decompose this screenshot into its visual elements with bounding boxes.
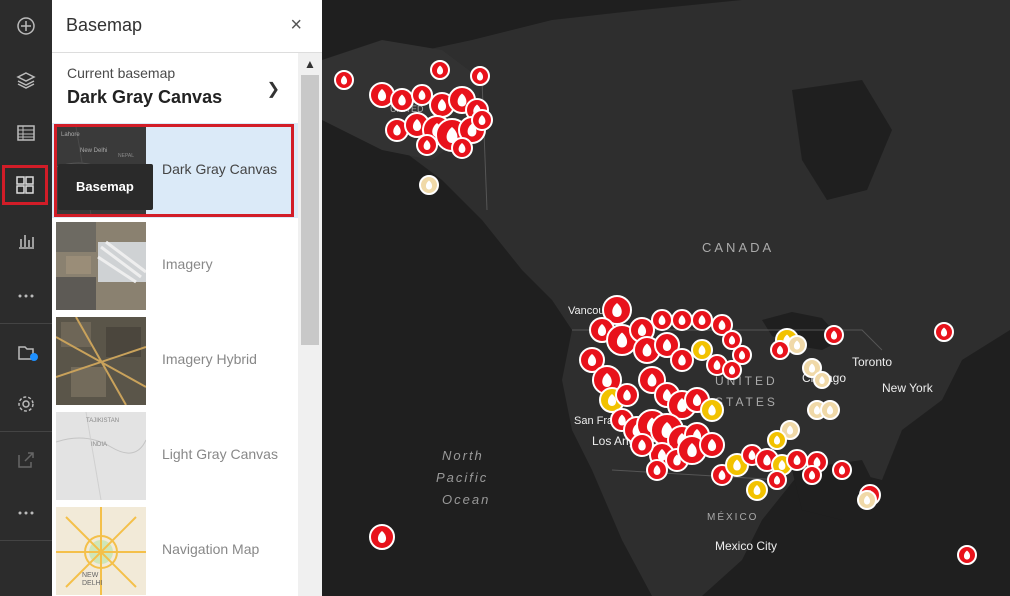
toolbar-divider	[0, 431, 52, 432]
basemap-thumbnail	[56, 317, 146, 405]
fire-marker[interactable]	[857, 490, 877, 510]
fire-marker[interactable]	[767, 430, 787, 450]
map-label: Mexico City	[715, 539, 777, 553]
fire-marker[interactable]	[369, 524, 395, 550]
map-canvas: CANADA UNITEDSTATES UNITEDSTATES MÉXICO …	[322, 0, 1010, 596]
basemap-thumbnail	[56, 222, 146, 310]
basemap-item-imagery-hybrid[interactable]: Imagery Hybrid	[52, 313, 298, 408]
basemap-item-label: Imagery Hybrid	[162, 351, 257, 367]
thumb-label: DELHI	[82, 580, 103, 587]
fire-marker[interactable]	[470, 66, 490, 86]
basemap-thumbnail: TAJIKISTAN INDIA	[56, 412, 146, 500]
toolbar-divider	[0, 323, 52, 324]
basemap-item-imagery[interactable]: Imagery	[52, 218, 298, 313]
fire-marker[interactable]	[787, 335, 807, 355]
fire-marker[interactable]	[722, 360, 742, 380]
tooltip-text: Basemap	[76, 179, 134, 194]
notification-dot	[30, 353, 38, 361]
map-label: Toronto	[852, 355, 892, 369]
close-icon[interactable]: ×	[290, 14, 302, 37]
fire-marker[interactable]	[671, 309, 693, 331]
map-label: New York	[882, 381, 934, 395]
fire-marker[interactable]	[813, 371, 831, 389]
fire-marker[interactable]	[369, 82, 395, 108]
thumb-label: NEW	[82, 572, 99, 579]
fire-marker[interactable]	[670, 348, 694, 372]
basemap-item-label: Imagery	[162, 256, 213, 272]
share-icon[interactable]	[0, 434, 52, 486]
fire-marker[interactable]	[411, 84, 433, 106]
basemap-item-navigation-map[interactable]: NEW DELHI Navigation Map	[52, 503, 298, 596]
fire-marker[interactable]	[770, 340, 790, 360]
fire-marker[interactable]	[615, 383, 639, 407]
fire-marker[interactable]	[957, 545, 977, 565]
fire-marker[interactable]	[832, 460, 852, 480]
thumb-label: TAJIKISTAN	[86, 418, 119, 424]
map-label: CANADA	[702, 240, 774, 255]
map-view[interactable]: CANADA UNITEDSTATES UNITEDSTATES MÉXICO …	[322, 0, 1010, 596]
basemap-item-label: Navigation Map	[162, 541, 260, 557]
fire-marker[interactable]	[419, 175, 439, 195]
fire-marker[interactable]	[471, 109, 493, 131]
map-label: MÉXICO	[707, 510, 758, 523]
map-label: North Pacific Ocean	[436, 448, 490, 507]
basemap-panel: Basemap × Current basemap Dark Gray Canv…	[52, 0, 322, 596]
panel-title: Basemap	[66, 15, 143, 35]
basemap-tooltip: Basemap	[58, 164, 153, 210]
save-icon[interactable]	[0, 326, 52, 378]
fire-marker[interactable]	[416, 134, 438, 156]
toolbar-divider	[0, 540, 52, 541]
fire-marker[interactable]	[651, 309, 673, 331]
fire-marker[interactable]	[746, 479, 768, 501]
fire-marker[interactable]	[700, 398, 724, 422]
add-icon[interactable]	[0, 0, 52, 52]
chevron-right-icon: ❯	[266, 81, 280, 98]
chart-icon[interactable]	[0, 215, 52, 267]
fire-marker[interactable]	[390, 88, 414, 112]
fire-marker[interactable]	[691, 339, 713, 361]
fire-marker[interactable]	[699, 432, 725, 458]
fire-marker[interactable]	[824, 325, 844, 345]
left-toolbar	[0, 0, 52, 596]
scrollbar-thumb[interactable]	[301, 75, 319, 345]
fire-marker[interactable]	[820, 400, 840, 420]
fire-marker[interactable]	[691, 309, 713, 331]
scroll-up-icon[interactable]: ▲	[304, 57, 316, 71]
fire-marker[interactable]	[786, 449, 808, 471]
fire-marker[interactable]	[451, 137, 473, 159]
basemap-thumbnail: NEW DELHI	[56, 507, 146, 595]
layers-icon[interactable]	[0, 54, 52, 106]
fire-marker[interactable]	[430, 60, 450, 80]
current-basemap-value: Dark Gray Canvas	[67, 87, 223, 107]
panel-scrollbar[interactable]: ▲	[298, 53, 322, 596]
more-icon[interactable]	[0, 487, 52, 539]
fire-marker[interactable]	[646, 459, 668, 481]
current-basemap[interactable]: Current basemap Dark Gray Canvas ❯	[52, 53, 298, 123]
more-icon[interactable]	[0, 270, 52, 322]
table-icon[interactable]	[0, 107, 52, 159]
current-basemap-label: Current basemap	[67, 65, 176, 81]
fire-marker[interactable]	[802, 465, 822, 485]
settings-icon[interactable]	[0, 378, 52, 430]
basemap-gallery-icon[interactable]	[2, 165, 48, 205]
panel-header: Basemap ×	[52, 0, 322, 53]
basemap-item-light-gray-canvas[interactable]: TAJIKISTAN INDIA Light Gray Canvas	[52, 408, 298, 503]
fire-marker[interactable]	[630, 433, 654, 457]
fire-marker[interactable]	[767, 470, 787, 490]
thumb-label: INDIA	[91, 442, 107, 448]
fire-marker[interactable]	[334, 70, 354, 90]
basemap-item-label: Light Gray Canvas	[162, 446, 278, 462]
fire-marker[interactable]	[934, 322, 954, 342]
